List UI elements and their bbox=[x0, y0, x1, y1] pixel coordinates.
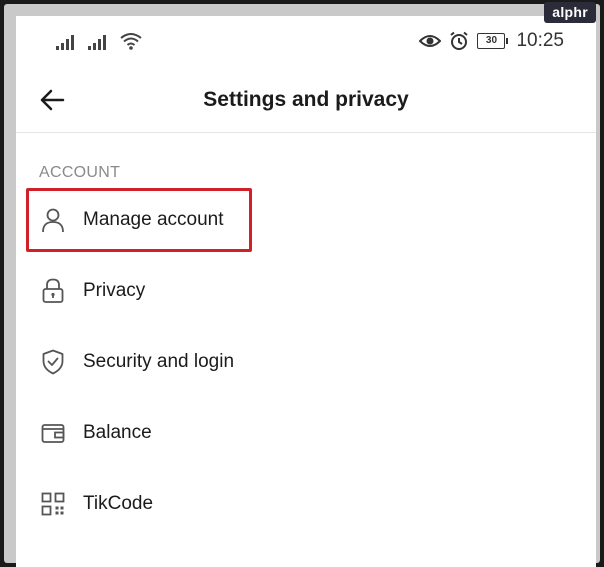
qr-code-icon bbox=[40, 491, 66, 517]
wifi-icon bbox=[120, 33, 142, 50]
menu-item-label: Balance bbox=[83, 422, 152, 443]
section-label-account: ACCOUNT bbox=[39, 164, 121, 181]
menu-item-security-and-login[interactable]: Security and login bbox=[16, 334, 596, 390]
wallet-icon bbox=[40, 420, 66, 446]
lock-icon bbox=[40, 278, 66, 304]
menu-item-balance[interactable]: Balance bbox=[16, 405, 596, 461]
menu-item-label: Security and login bbox=[83, 351, 235, 372]
menu-item-label: Privacy bbox=[83, 280, 146, 301]
phone-screen: 30 10:25 Settings and privacy ACCOUNT Ma… bbox=[16, 16, 596, 567]
signal-icon bbox=[56, 35, 74, 50]
battery-icon: 30 bbox=[477, 33, 509, 49]
status-left-icons bbox=[56, 32, 142, 50]
device-frame: 30 10:25 Settings and privacy ACCOUNT Ma… bbox=[4, 4, 600, 567]
page-title: Settings and privacy bbox=[203, 88, 409, 111]
alarm-icon bbox=[450, 31, 469, 50]
menu-item-privacy[interactable]: Privacy bbox=[16, 263, 596, 319]
status-right-icons: 30 10:25 bbox=[419, 30, 564, 52]
alphr-logo: alphr bbox=[544, 2, 596, 23]
battery-level: 30 bbox=[477, 33, 506, 49]
header: Settings and privacy bbox=[16, 66, 596, 133]
eye-icon bbox=[419, 35, 442, 47]
shield-icon bbox=[40, 349, 66, 375]
menu-item-label: TikCode bbox=[83, 493, 154, 514]
menu-item-tikcode[interactable]: TikCode bbox=[16, 476, 596, 532]
signal-icon bbox=[88, 35, 106, 50]
highlight-box bbox=[26, 188, 252, 252]
clock: 10:25 bbox=[516, 30, 564, 51]
status-bar: 30 10:25 bbox=[16, 16, 596, 66]
